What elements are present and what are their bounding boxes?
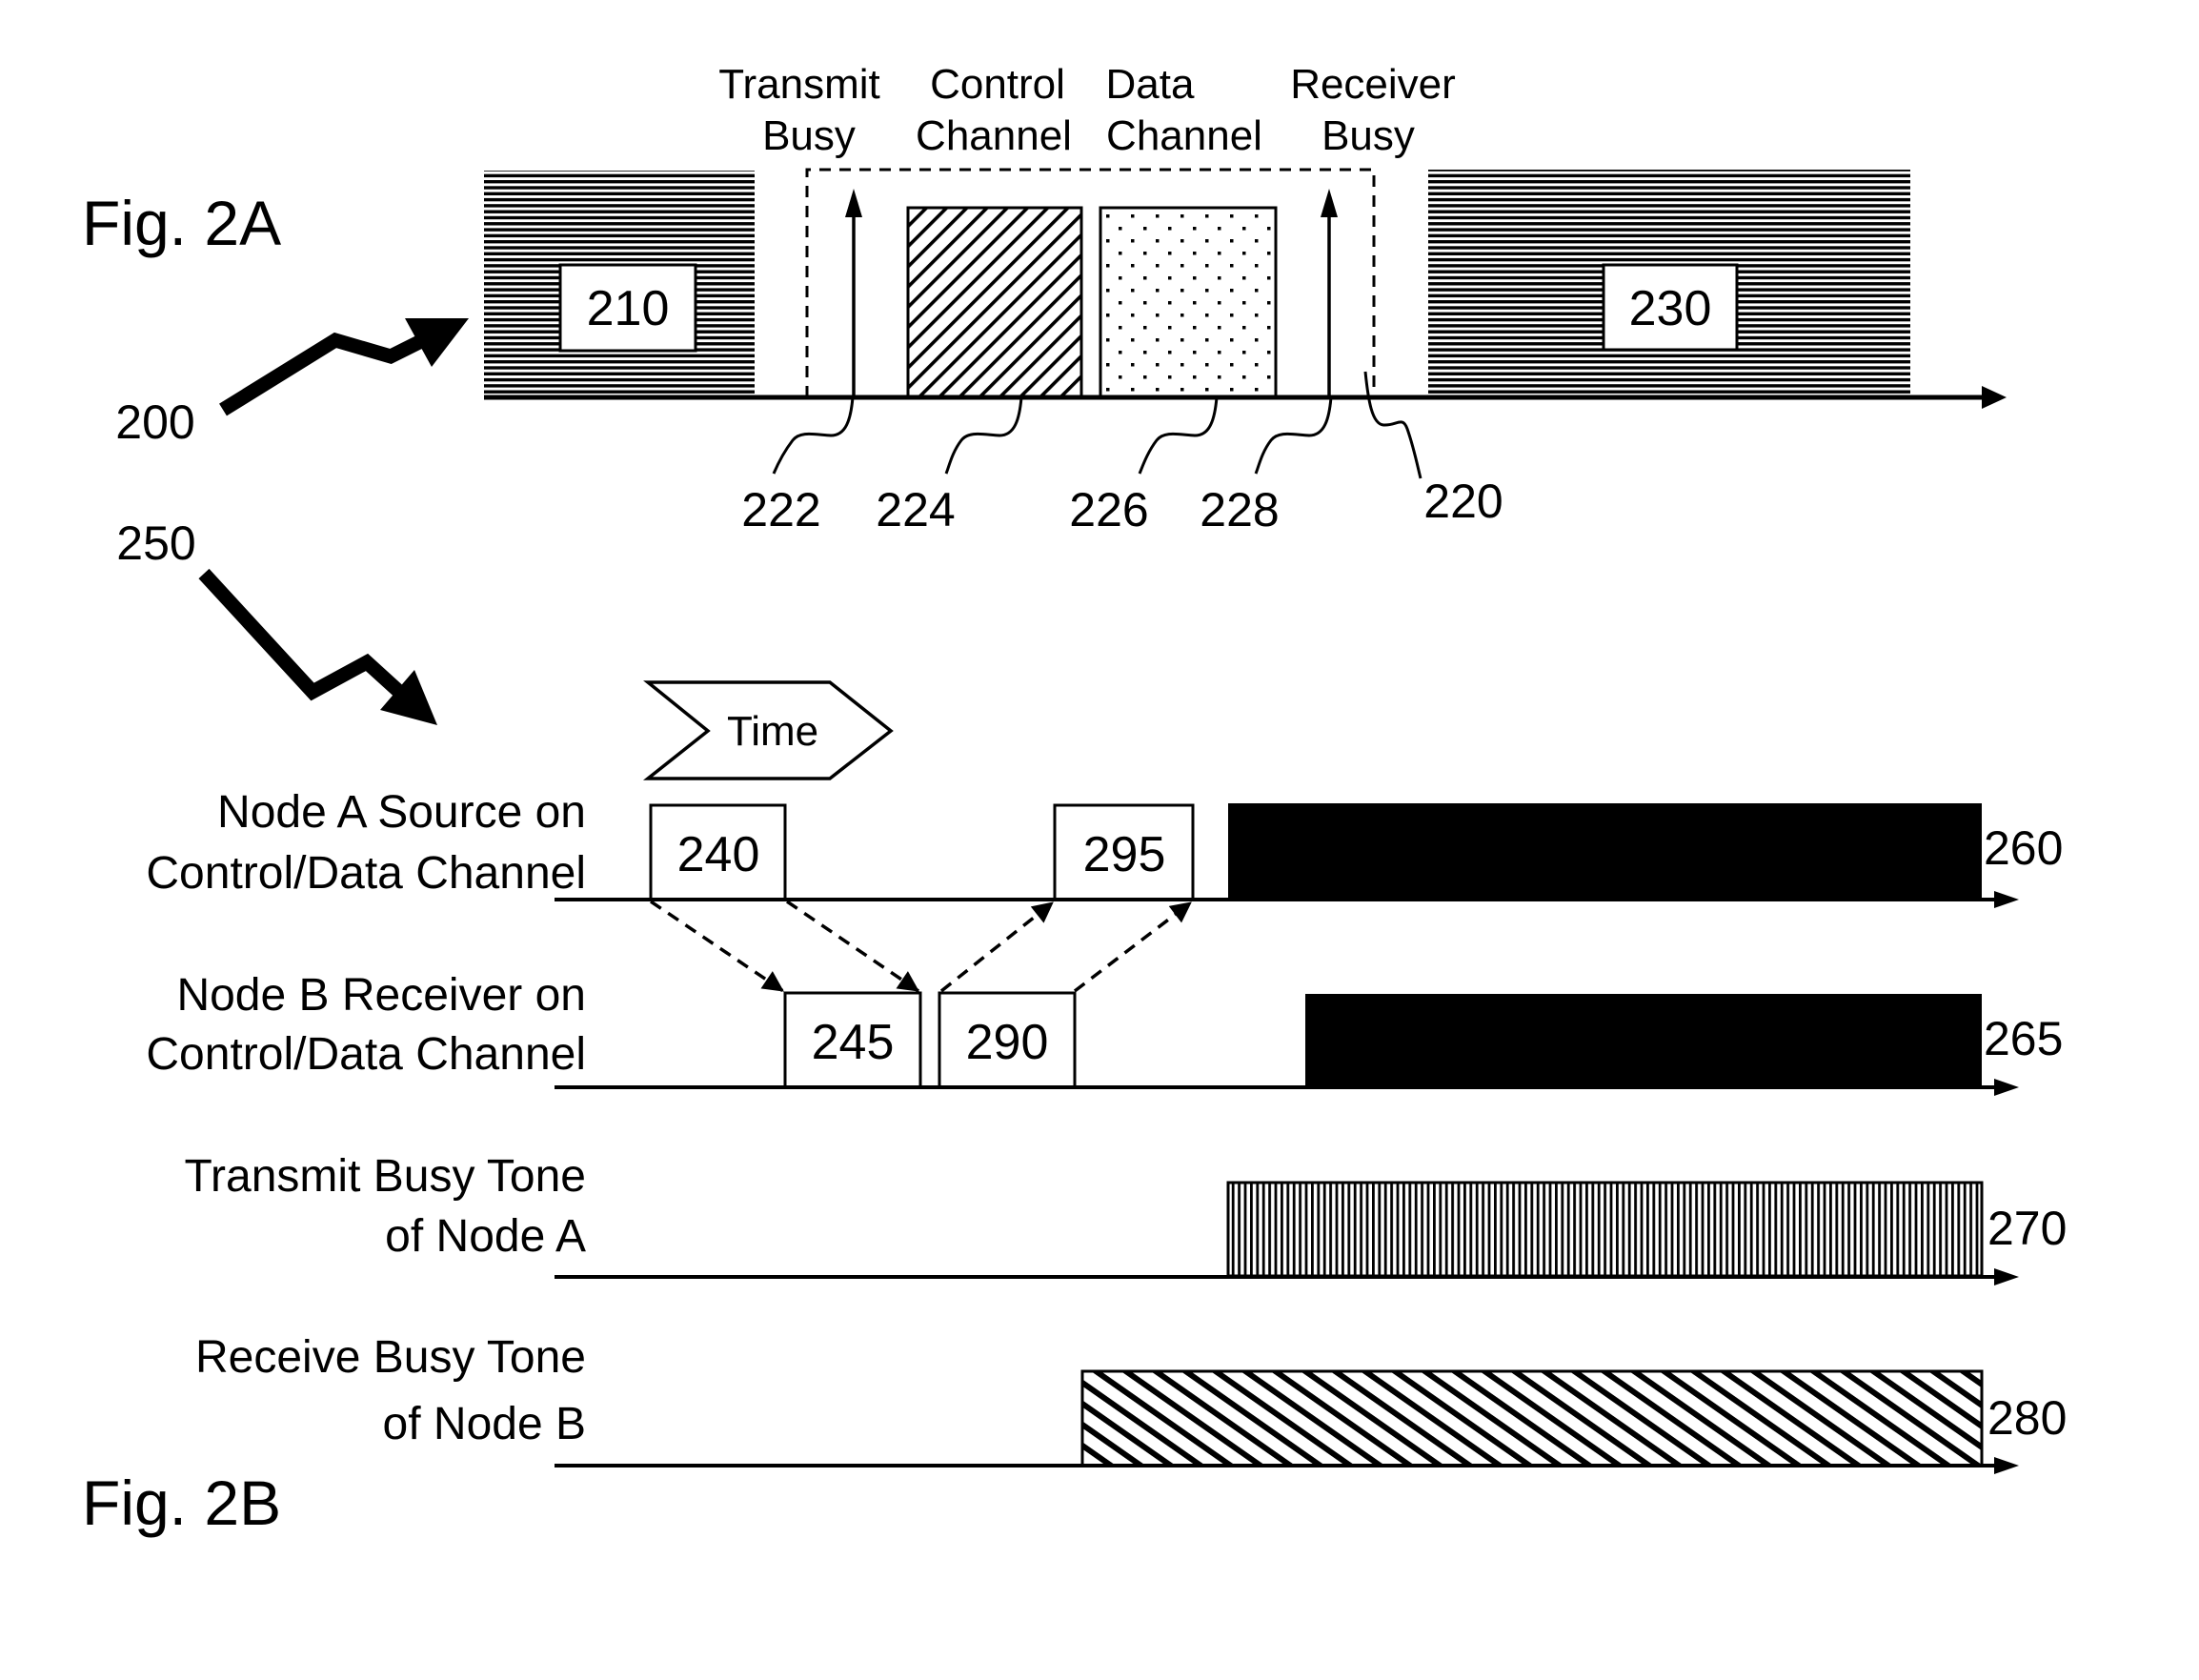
zigzag-arrow-icon [219,318,469,416]
ref-224: 224 [876,483,955,536]
axis-arrow-icon [1994,1457,2019,1474]
row-receive-busy-tone: Receive Busy Tone of Node B [195,1332,586,1449]
row-transmit-busy-tone: Transmit Busy Tone of Node A [185,1151,587,1262]
figure-2b: 250 Time Node A Source on Control/Data C… [82,516,2067,1538]
packet-290-label: 290 [966,1015,1049,1070]
zigzag-arrow-icon [198,568,437,725]
row-label-line-1: Node A Source on [217,787,586,838]
block-230: 230 [1428,170,1910,395]
axis-arrow-icon [1982,386,2007,409]
ref-222: 222 [741,483,820,536]
block-210-label: 210 [587,281,670,336]
figure-2a: Fig. 2A 200 Transmit Busy Control Channe… [82,61,2007,536]
ref-260: 260 [1984,821,2063,875]
packet-295-label: 295 [1083,827,1166,882]
message-arrow-290-to-295-end [1073,901,1193,993]
header-data-channel: Data Channel [1106,61,1262,159]
header-line-2: Busy [762,112,856,159]
axis-arrow-icon [1994,891,2019,908]
header-control-channel: Control Channel [916,61,1072,159]
patent-figure-2: Fig. 2A 200 Transmit Busy Control Channe… [82,61,2067,1538]
row-label-line-2: Control/Data Channel [146,848,586,899]
axis-arrow-icon [1994,1079,2019,1096]
axis-arrow-icon [1994,1268,2019,1285]
row-node-b-receiver: Node B Receiver on Control/Data Channel [146,970,586,1080]
header-transmit-busy: Transmit Busy [718,61,880,159]
ref-250-label: 250 [116,516,195,570]
header-receiver-busy: Receiver Busy [1290,61,1456,159]
row-node-a-source: Node A Source on Control/Data Channel [146,787,586,899]
leader-226 [1138,396,1219,475]
header-line-2: Channel [916,112,1072,159]
arrow-head-icon [845,189,862,217]
header-line-2: Busy [1321,112,1415,159]
packet-245-label: 245 [812,1015,895,1070]
leader-228 [1254,396,1333,475]
header-line-1: Receiver [1290,61,1456,108]
ref-226: 226 [1069,483,1148,536]
fig-2a-label: Fig. 2A [82,188,281,258]
block-210: 210 [484,171,755,397]
row-label-line-2: Control/Data Channel [146,1029,586,1080]
fig-2b-label: Fig. 2B [82,1467,281,1538]
time-direction-chevron: Time [642,680,894,780]
message-arrow-290-to-295 [939,901,1055,993]
data-channel-block [1099,206,1278,399]
leader-220 [1363,371,1422,479]
block-230-label: 230 [1629,281,1712,336]
ref-265: 265 [1984,1012,2063,1065]
ref-228: 228 [1200,483,1279,536]
time-label: Time [727,708,818,755]
packet-240-label: 240 [677,827,760,882]
row-label-line-2: of Node B [383,1399,586,1449]
ref-270: 270 [1987,1202,2067,1255]
row-label-line-2: of Node A [385,1211,586,1262]
leader-222 [772,396,855,475]
ref-220: 220 [1423,475,1503,528]
row-label-line-1: Transmit Busy Tone [185,1151,587,1202]
header-line-1: Data [1106,61,1195,108]
header-line-2: Channel [1106,112,1262,159]
row-label-line-1: Node B Receiver on [176,970,586,1021]
burst-260 [1228,803,1982,900]
leader-224 [944,396,1023,475]
message-arrow-240-to-245-end [786,900,919,993]
handshake-window-220 [805,168,1376,397]
ref-280: 280 [1987,1391,2067,1445]
header-line-1: Transmit [718,61,880,108]
control-channel-block [906,206,1083,399]
tone-280 [1080,1369,1984,1467]
burst-265 [1305,994,1982,1087]
tone-270 [1226,1181,1984,1278]
row-label-line-1: Receive Busy Tone [195,1332,586,1383]
arrow-head-icon [1321,189,1338,217]
ref-200-label: 200 [115,395,194,449]
message-arrow-240-to-245 [650,900,784,993]
header-line-1: Control [930,61,1065,108]
